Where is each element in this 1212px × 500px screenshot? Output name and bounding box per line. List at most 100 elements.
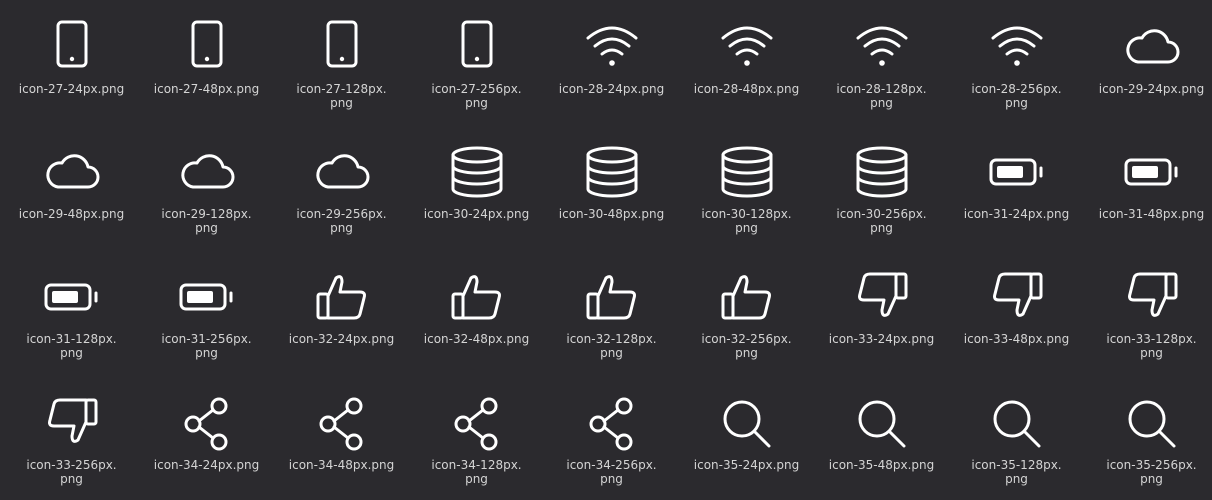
icon-file-item[interactable]: icon-27-48px.png xyxy=(139,0,274,125)
icon-file-item[interactable]: icon-35-24px.png xyxy=(679,376,814,500)
file-name-label: icon-35-24px.png xyxy=(693,458,800,472)
icon-file-item[interactable]: icon-28-128px. png xyxy=(814,0,949,125)
file-name-label: icon-34-128px. png xyxy=(431,458,522,486)
file-name-label: icon-35-48px.png xyxy=(828,458,935,472)
icon-file-item[interactable]: icon-34-128px. png xyxy=(409,376,544,500)
search-icon xyxy=(987,394,1047,454)
file-name-label: icon-32-48px.png xyxy=(423,332,530,346)
file-name-label: icon-33-48px.png xyxy=(963,332,1070,346)
file-name-label: icon-31-48px.png xyxy=(1098,207,1205,221)
file-name-label: icon-33-128px. png xyxy=(1106,332,1197,360)
file-name-label: icon-27-48px.png xyxy=(153,82,260,96)
battery-icon xyxy=(177,268,237,328)
file-name-label: icon-27-128px. png xyxy=(296,82,387,110)
wifi-icon xyxy=(717,18,777,78)
search-icon xyxy=(852,394,912,454)
database-icon xyxy=(447,143,507,203)
tablet-icon xyxy=(447,18,507,78)
file-name-label: icon-29-48px.png xyxy=(18,207,125,221)
icon-file-item[interactable]: icon-30-24px.png xyxy=(409,125,544,250)
icon-file-item[interactable]: icon-33-24px.png xyxy=(814,250,949,376)
icon-file-item[interactable]: icon-29-24px.png xyxy=(1084,0,1212,125)
icon-file-item[interactable]: icon-32-48px.png xyxy=(409,250,544,376)
icon-file-item[interactable]: icon-32-24px.png xyxy=(274,250,409,376)
icon-file-item[interactable]: icon-34-256px. png xyxy=(544,376,679,500)
icon-file-item[interactable]: icon-27-256px. png xyxy=(409,0,544,125)
wifi-icon xyxy=(987,18,1047,78)
file-name-label: icon-34-48px.png xyxy=(288,458,395,472)
icon-file-item[interactable]: icon-29-128px. png xyxy=(139,125,274,250)
icon-file-item[interactable]: icon-31-256px. png xyxy=(139,250,274,376)
cloud-icon xyxy=(1122,18,1182,78)
icon-file-item[interactable]: icon-28-24px.png xyxy=(544,0,679,125)
icon-file-item[interactable]: icon-33-128px. png xyxy=(1084,250,1212,376)
icon-file-item[interactable]: icon-32-128px. png xyxy=(544,250,679,376)
thumbs-down-icon xyxy=(42,394,102,454)
file-name-label: icon-29-128px. png xyxy=(161,207,252,235)
tablet-icon xyxy=(312,18,372,78)
tablet-icon xyxy=(42,18,102,78)
share-icon xyxy=(177,394,237,454)
icon-file-item[interactable]: icon-31-128px. png xyxy=(4,250,139,376)
icon-file-item[interactable]: icon-29-48px.png xyxy=(4,125,139,250)
icon-file-item[interactable]: icon-29-256px. png xyxy=(274,125,409,250)
thumbs-up-icon xyxy=(582,268,642,328)
file-name-label: icon-28-256px. png xyxy=(971,82,1062,110)
cloud-icon xyxy=(312,143,372,203)
file-name-label: icon-27-24px.png xyxy=(18,82,125,96)
file-name-label: icon-30-256px. png xyxy=(836,207,927,235)
icon-file-item[interactable]: icon-32-256px. png xyxy=(679,250,814,376)
database-icon xyxy=(852,143,912,203)
icon-file-item[interactable]: icon-31-48px.png xyxy=(1084,125,1212,250)
icon-file-item[interactable]: icon-28-256px. png xyxy=(949,0,1084,125)
icon-file-item[interactable]: icon-33-256px. png xyxy=(4,376,139,500)
icon-file-item[interactable]: icon-35-48px.png xyxy=(814,376,949,500)
icon-file-item[interactable]: icon-34-24px.png xyxy=(139,376,274,500)
share-icon xyxy=(312,394,372,454)
tablet-icon xyxy=(177,18,237,78)
battery-icon xyxy=(42,268,102,328)
thumbs-up-icon xyxy=(717,268,777,328)
icon-file-item[interactable]: icon-30-128px. png xyxy=(679,125,814,250)
icon-file-item[interactable]: icon-27-128px. png xyxy=(274,0,409,125)
thumbs-down-icon xyxy=(852,268,912,328)
file-name-label: icon-34-24px.png xyxy=(153,458,260,472)
icon-file-item[interactable]: icon-34-48px.png xyxy=(274,376,409,500)
icon-file-item[interactable]: icon-35-256px. png xyxy=(1084,376,1212,500)
thumbs-up-icon xyxy=(447,268,507,328)
file-name-label: icon-35-128px. png xyxy=(971,458,1062,486)
file-name-label: icon-32-256px. png xyxy=(701,332,792,360)
icon-file-item[interactable]: icon-27-24px.png xyxy=(4,0,139,125)
icon-file-item[interactable]: icon-33-48px.png xyxy=(949,250,1084,376)
icon-file-item[interactable]: icon-30-48px.png xyxy=(544,125,679,250)
battery-icon xyxy=(987,143,1047,203)
share-icon xyxy=(582,394,642,454)
file-name-label: icon-27-256px. png xyxy=(431,82,522,110)
file-name-label: icon-29-256px. png xyxy=(296,207,387,235)
database-icon xyxy=(582,143,642,203)
icon-file-item[interactable]: icon-35-128px. png xyxy=(949,376,1084,500)
file-name-label: icon-30-128px. png xyxy=(701,207,792,235)
wifi-icon xyxy=(852,18,912,78)
icon-file-item[interactable]: icon-28-48px.png xyxy=(679,0,814,125)
thumbs-up-icon xyxy=(312,268,372,328)
cloud-icon xyxy=(177,143,237,203)
file-name-label: icon-29-24px.png xyxy=(1098,82,1205,96)
file-name-label: icon-34-256px. png xyxy=(566,458,657,486)
file-name-label: icon-28-24px.png xyxy=(558,82,665,96)
file-name-label: icon-35-256px. png xyxy=(1106,458,1197,486)
file-name-label: icon-33-256px. png xyxy=(26,458,117,486)
share-icon xyxy=(447,394,507,454)
file-name-label: icon-31-256px. png xyxy=(161,332,252,360)
file-name-label: icon-28-48px.png xyxy=(693,82,800,96)
thumbs-down-icon xyxy=(987,268,1047,328)
file-name-label: icon-30-24px.png xyxy=(423,207,530,221)
file-name-label: icon-31-24px.png xyxy=(963,207,1070,221)
icon-file-item[interactable]: icon-30-256px. png xyxy=(814,125,949,250)
wifi-icon xyxy=(582,18,642,78)
search-icon xyxy=(717,394,777,454)
icon-file-item[interactable]: icon-31-24px.png xyxy=(949,125,1084,250)
file-name-label: icon-33-24px.png xyxy=(828,332,935,346)
file-name-label: icon-30-48px.png xyxy=(558,207,665,221)
file-name-label: icon-28-128px. png xyxy=(836,82,927,110)
